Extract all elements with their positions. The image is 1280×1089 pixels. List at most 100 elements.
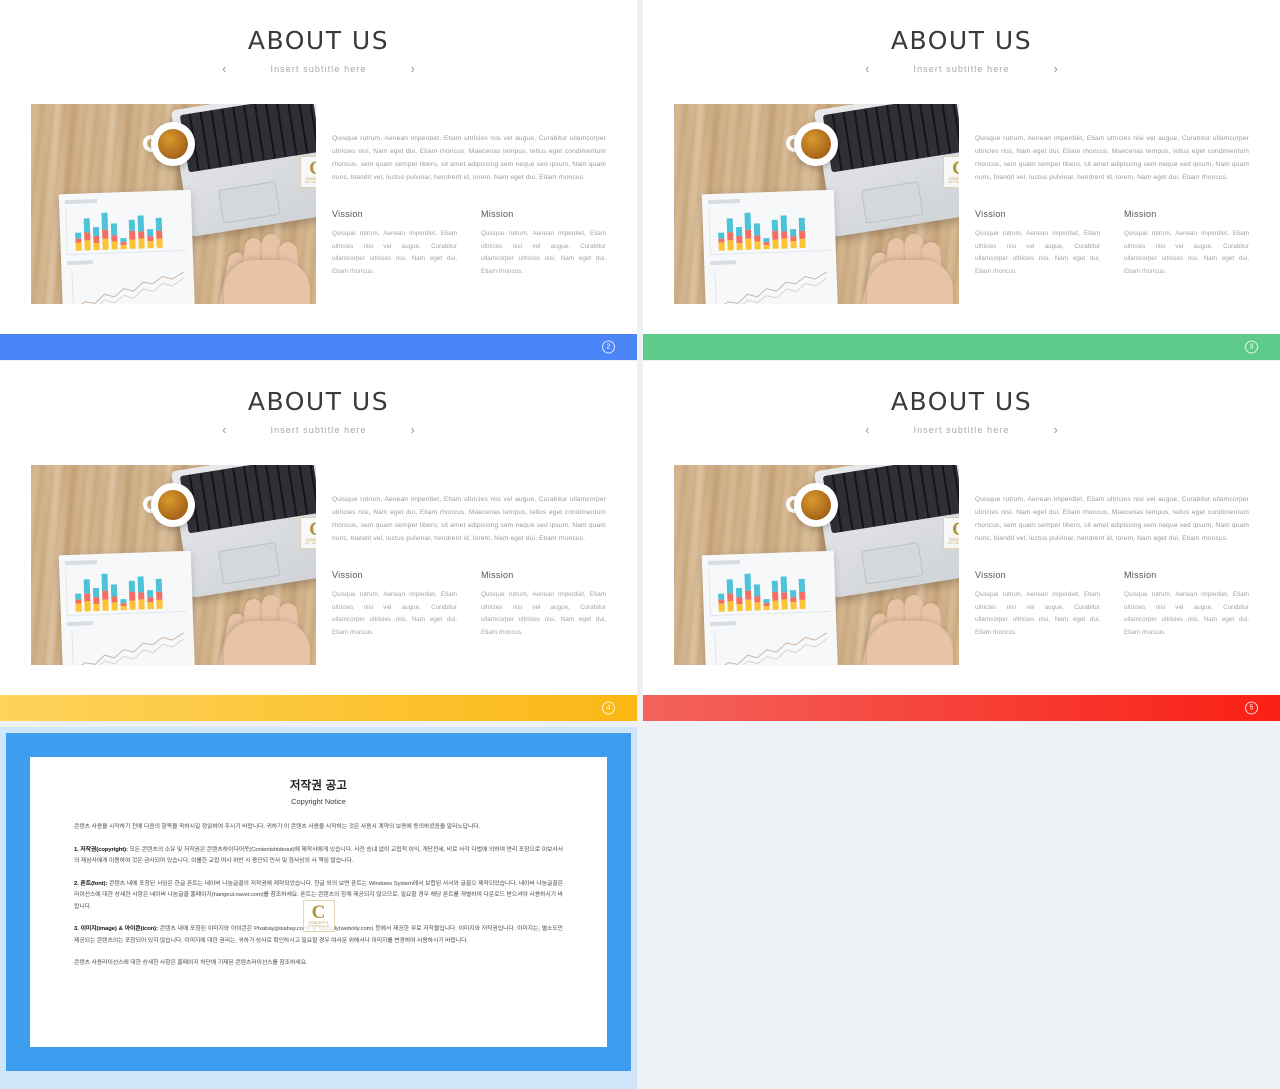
slide-body: C CONCEPTS PPT TEMPLATE Quisque rutrum, … [31, 465, 606, 685]
bar [101, 212, 109, 250]
page-title: ABOUT US [247, 387, 390, 416]
mission-heading: Mission [481, 570, 514, 580]
mission-column: Mission Quisque rutrum, Aenean imperdiet… [481, 570, 606, 639]
chart-paper [701, 550, 839, 665]
vision-text: Quisque rutrum, Aenean imperdiet, Etiam … [975, 230, 1100, 275]
logo-letter: C [309, 157, 316, 179]
page-title: ABOUT US [247, 26, 390, 55]
bar [798, 578, 806, 609]
desk-photo: C CONCEPTS PPT TEMPLATE [674, 104, 959, 304]
line-chart-label [710, 260, 737, 266]
lead-paragraph: Quisque rutrum, Aenean imperdiet, Etiam … [332, 496, 606, 542]
bar [128, 219, 136, 249]
watermark-logo: C CONCEPTS PPT TEMPLATE [943, 517, 959, 549]
bar [753, 223, 761, 250]
bar [763, 599, 770, 611]
slide-content: ABOUT US ‹ Insert subtitle here › C CONC… [643, 0, 1280, 334]
chart-paper [58, 550, 196, 665]
chevron-left-icon[interactable]: ‹ [865, 62, 869, 75]
vision-heading: Vission [332, 209, 363, 219]
footer-bar: 3 [643, 334, 1280, 360]
slide-thumbnail-red[interactable]: ABOUT US ‹ Insert subtitle here › C CONC… [643, 361, 1280, 721]
text-column: Quisque rutrum, Aenean imperdiet, Etiam … [975, 104, 1249, 324]
chevron-right-icon[interactable]: › [411, 423, 415, 436]
palm [867, 621, 953, 665]
line-chart-label [67, 621, 94, 627]
watermark-logo: C CONCEPTS PPT TEMPLATE [300, 156, 316, 188]
logo-letter: C [311, 901, 326, 923]
bar [726, 218, 734, 251]
bar [110, 223, 118, 250]
bar [735, 226, 743, 251]
hand-image [861, 222, 953, 304]
slide-thumbnail-green[interactable]: ABOUT US ‹ Insert subtitle here › C CONC… [643, 0, 1280, 360]
watermark-logo: C CONCEPTS PPT TEMPLATE [300, 517, 316, 549]
laptop-trackpad [217, 181, 281, 224]
bar-chart [708, 565, 830, 617]
lead-paragraph: Quisque rutrum, Aenean imperdiet, Etiam … [332, 135, 606, 181]
copyright-section-1: 1. 저작권(copyright): 모든 콘텐츠의 소유 및 저작권은 콘텐츠… [74, 845, 563, 868]
bar [128, 580, 136, 610]
chart-paper [701, 189, 839, 304]
logo-line2: PPT TEMPLATE [307, 924, 330, 928]
watermark-logo: C CONCEPTS PPT TEMPLATE [302, 900, 335, 932]
page-title: ABOUT US [890, 26, 1033, 55]
logo-letter: C [309, 518, 316, 540]
vision-mission-row: Vission Quisque rutrum, Aenean imperdiet… [332, 209, 606, 278]
mission-heading: Mission [1124, 570, 1157, 580]
mission-column: Mission Quisque rutrum, Aenean imperdiet… [1124, 570, 1249, 639]
logo-letter: C [952, 157, 959, 179]
bar [75, 232, 82, 251]
bar [155, 217, 163, 248]
bar [744, 573, 752, 611]
chevron-right-icon[interactable]: › [1054, 62, 1058, 75]
vision-column: Vission Quisque rutrum, Aenean imperdiet… [975, 570, 1100, 639]
mission-column: Mission Quisque rutrum, Aenean imperdiet… [1124, 209, 1249, 278]
mission-column: Mission Quisque rutrum, Aenean imperdiet… [481, 209, 606, 278]
chart-label [707, 560, 741, 566]
slide-body: C CONCEPTS PPT TEMPLATE Quisque rutrum, … [674, 104, 1249, 324]
coffee-cup [151, 122, 195, 166]
laptop-image [813, 104, 959, 237]
logo-letter: C [952, 518, 959, 540]
slide-content: ABOUT US ‹ Insert subtitle here › C CONC… [0, 361, 637, 695]
laptop-keyboard [822, 465, 959, 534]
laptop-keyboard [179, 465, 316, 534]
footer-bar: 4 [0, 695, 637, 721]
mission-heading: Mission [481, 209, 514, 219]
section-2-label: 2. 폰트(font): [74, 880, 108, 887]
slide-thumbnail-copyright[interactable]: 저작권 공고 Copyright Notice 콘텐츠 사용을 시작하기 전에 … [0, 727, 637, 1089]
bar [771, 580, 779, 610]
text-column: Quisque rutrum, Aenean imperdiet, Etiam … [332, 104, 606, 324]
subtitle-text: Insert subtitle here [270, 63, 367, 74]
mission-text: Quisque rutrum, Aenean imperdiet, Etiam … [481, 591, 606, 636]
text-column: Quisque rutrum, Aenean imperdiet, Etiam … [975, 465, 1249, 685]
copyright-intro: 콘텐츠 사용을 시작하기 전에 다음의 항목을 꼭하시길 정읽하여 주시기 바랍… [74, 824, 481, 830]
chevron-right-icon[interactable]: › [411, 62, 415, 75]
laptop-trackpad [860, 542, 924, 585]
line-chart-svg [718, 271, 828, 304]
bar-chart [708, 204, 830, 256]
laptop-trackpad [860, 181, 924, 224]
chevron-left-icon[interactable]: ‹ [222, 423, 226, 436]
chevron-left-icon[interactable]: ‹ [865, 423, 869, 436]
line-chart-svg [75, 271, 185, 304]
vision-text: Quisque rutrum, Aenean imperdiet, Etiam … [975, 591, 1100, 636]
line-chart-label [710, 621, 737, 627]
page-number-badge: 2 [602, 340, 615, 354]
hand-image [861, 583, 953, 665]
mission-text: Quisque rutrum, Aenean imperdiet, Etiam … [1124, 591, 1249, 636]
bar [120, 599, 127, 611]
chevron-left-icon[interactable]: ‹ [222, 62, 226, 75]
chevron-right-icon[interactable]: › [1054, 423, 1058, 436]
subtitle-text: Insert subtitle here [913, 63, 1010, 74]
subtitle-text: Insert subtitle here [270, 424, 367, 435]
slide-thumbnail-grid: ABOUT US ‹ Insert subtitle here › C CONC… [0, 0, 1280, 1089]
coffee-cup [794, 483, 838, 527]
section-3-label: 3. 이미지(image) & 아이콘(icon): [74, 926, 158, 932]
copyright-closing: 콘텐츠 사용라이선스에 대한 상세한 사항은 홈페이지 하단에 기재된 콘텐츠라… [74, 960, 308, 966]
vision-text: Quisque rutrum, Aenean imperdiet, Etiam … [332, 591, 457, 636]
subtitle-row: ‹ Insert subtitle here › [643, 423, 1280, 436]
slide-thumbnail-blue[interactable]: ABOUT US ‹ Insert subtitle here › C CONC… [0, 0, 637, 360]
slide-thumbnail-yellow[interactable]: ABOUT US ‹ Insert subtitle here › C CONC… [0, 361, 637, 721]
